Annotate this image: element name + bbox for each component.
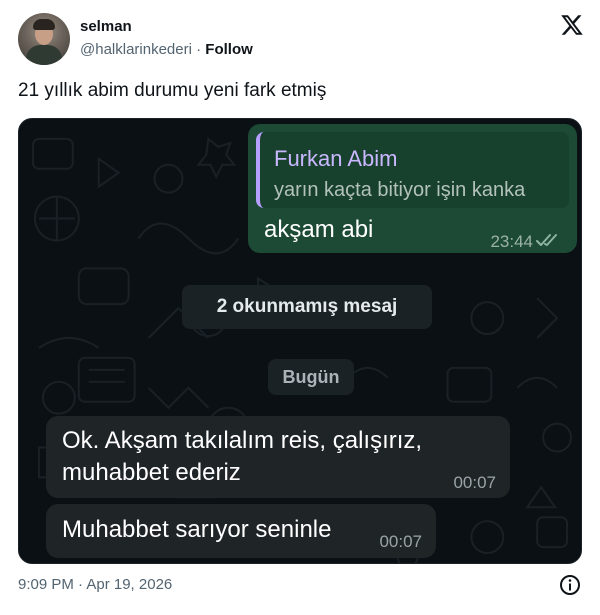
info-icon[interactable] [559,574,581,596]
outgoing-message-bubble[interactable]: Furkan Abim yarın kaçta bitiyor işin kan… [248,124,577,253]
quoted-reply[interactable]: Furkan Abim yarın kaçta bitiyor işin kan… [256,132,569,208]
quoted-sender-name: Furkan Abim [274,146,398,171]
unread-messages-divider: 2 okunmamış mesaj [182,285,432,329]
author-handle[interactable]: @halklarinkederi [80,41,192,58]
double-check-icon [536,234,557,246]
outgoing-message-time: 23:44 [490,232,533,251]
follow-button[interactable]: Follow [205,41,253,58]
incoming-message-time: 00:07 [453,473,496,492]
author-name[interactable]: selman [80,18,132,35]
avatar-body [26,45,62,65]
incoming-message-time: 00:07 [379,532,422,551]
quoted-message-text: yarın kaçta bitiyor işin kanka [274,179,526,201]
incoming-message-text: Muhabbet sarıyor seninle [62,516,332,543]
outgoing-message-text: akşam abi [264,216,374,243]
date-divider: Bugün [268,359,354,395]
chat-screenshot[interactable]: Furkan Abim yarın kaçta bitiyor işin kan… [18,118,582,564]
tweet-timestamp[interactable]: 9:09 PM · Apr 19, 2026 [18,576,172,593]
handle-separator: · [196,41,202,58]
x-logo-icon[interactable] [560,13,584,37]
incoming-message-bubble[interactable]: Muhabbet sarıyor seninle 00:07 [46,504,436,558]
tweet-text: 21 yıllık abim durumu yeni fark etmiş [18,80,327,101]
incoming-message-bubble[interactable]: Ok. Akşam takılalım reis, çalışırız, muh… [46,416,510,498]
tweet-header: selman @halklarinkederi · Follow [18,13,584,65]
author-handle-row: @halklarinkederi · Follow [80,41,253,58]
avatar-hair [33,19,55,30]
avatar[interactable] [18,13,70,65]
incoming-message-text: Ok. Akşam takılalım reis, çalışırız, muh… [62,427,423,486]
